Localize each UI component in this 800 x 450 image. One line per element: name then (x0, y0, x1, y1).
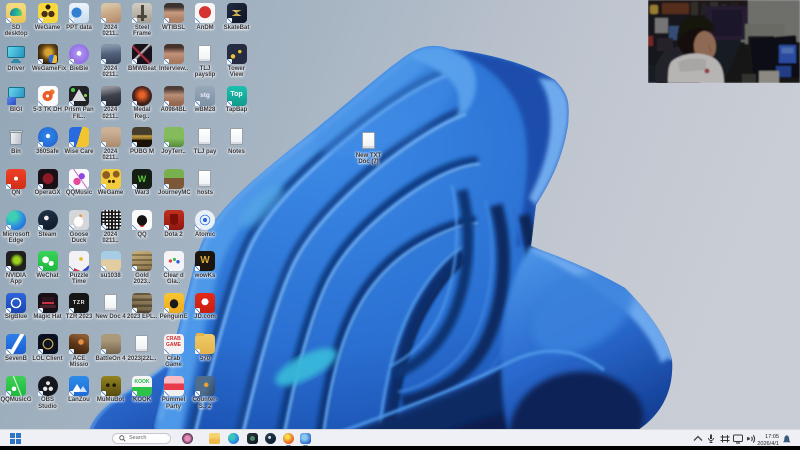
svg-text:2026/4/1: 2026/4/1 (757, 441, 779, 446)
svg-text:17:05: 17:05 (765, 434, 779, 440)
